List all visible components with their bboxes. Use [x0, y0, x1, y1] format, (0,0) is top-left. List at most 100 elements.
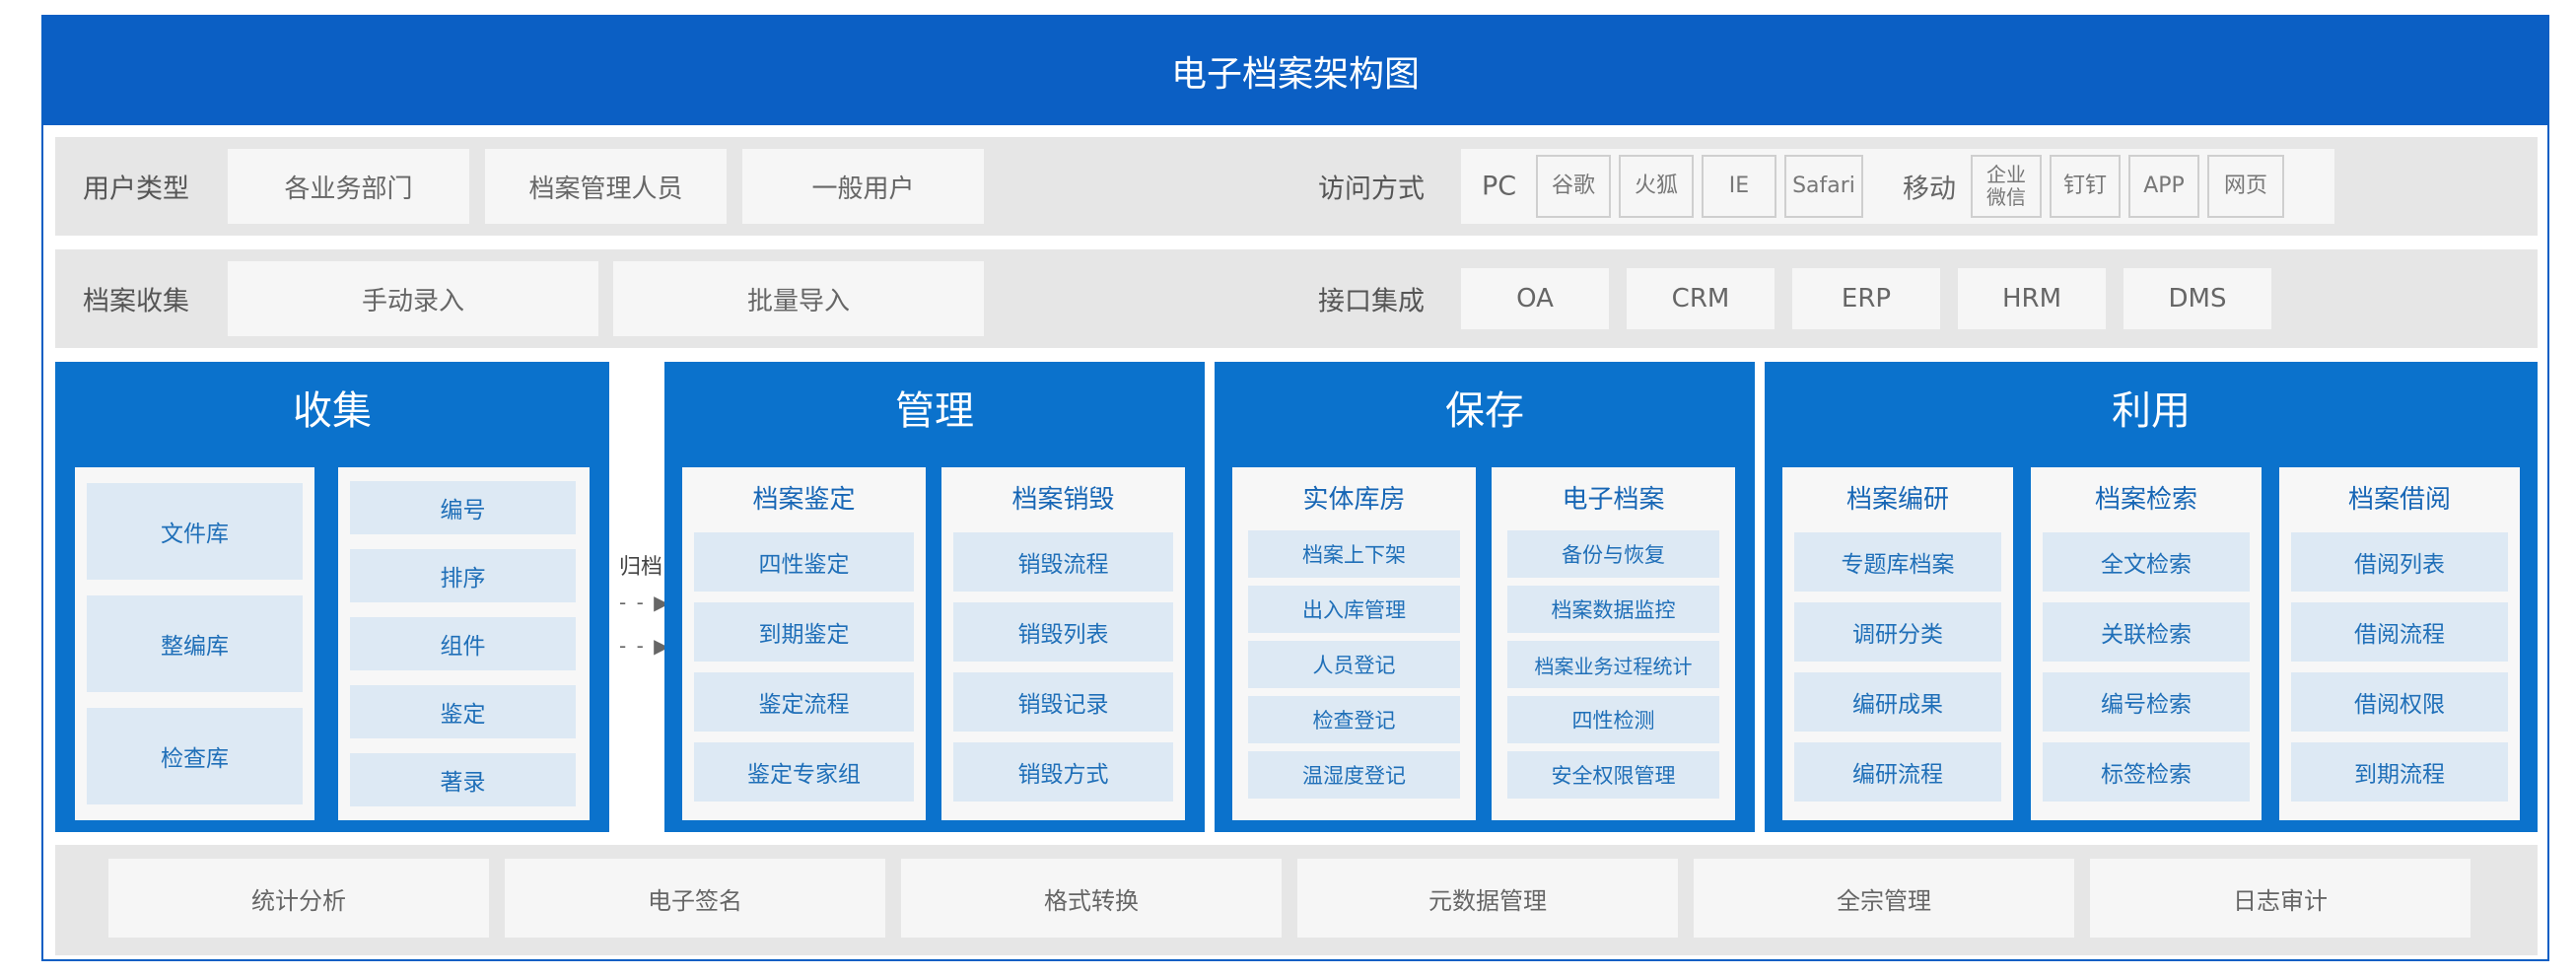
- foundation-services-row: 统计分析 电子签名 格式转换 元数据管理 全宗管理 日志审计: [55, 845, 2538, 955]
- collection-item: 批量导入: [613, 261, 984, 336]
- archive-arrow: - - ▶: [619, 634, 671, 658]
- user-type-item: 档案管理人员: [485, 149, 727, 224]
- panel-title: 实体库房: [1302, 485, 1406, 515]
- archive-collection-row: 档案收集 手动录入 批量导入 接口集成 OA CRM ERP HRM DMS: [55, 249, 2538, 348]
- service-item: 元数据管理: [1297, 859, 1678, 938]
- panel-item: 编研成果: [1794, 672, 2001, 732]
- collect-library-panel: 文件库 整编库 检查库: [75, 467, 314, 820]
- panel-item: 销毁列表: [953, 602, 1173, 662]
- panel-item: 标签检索: [2043, 742, 2250, 802]
- mobile-item: 网页: [2207, 155, 2284, 218]
- collect-library-item: 检查库: [87, 708, 303, 804]
- interface-item: OA: [1461, 268, 1609, 329]
- interface-item: DMS: [2123, 268, 2271, 329]
- panel-item: 档案上下架: [1248, 530, 1460, 578]
- mobile-item: 企业 微信: [1971, 155, 2042, 218]
- panel-item: 销毁方式: [953, 742, 1173, 802]
- collect-process-panel: 编号 排序 组件 鉴定 著录: [338, 467, 590, 820]
- service-item: 格式转换: [901, 859, 1282, 938]
- section-collect: 收集 文件库 整编库 检查库 编号 排序 组件 鉴定 著录: [55, 362, 609, 832]
- preserve-panel: 电子档案 备份与恢复 档案数据监控 档案业务过程统计 四性检测 安全权限管理: [1492, 467, 1735, 820]
- interface-integration-label: 接口集成: [1318, 286, 1425, 317]
- pc-label: PC: [1482, 171, 1517, 202]
- pc-group: [1461, 149, 1934, 224]
- section-title: 利用: [2112, 388, 2191, 434]
- manage-panel: 档案鉴定 四性鉴定 到期鉴定 鉴定流程 鉴定专家组: [682, 467, 926, 820]
- mobile-label: 移动: [1903, 174, 1956, 205]
- architecture-frame: 电子档案架构图 用户类型 各业务部门 档案管理人员 一般用户 访问方式 PC 谷…: [41, 15, 2549, 961]
- panel-item: 借阅流程: [2291, 602, 2508, 662]
- service-item: 全宗管理: [1694, 859, 2074, 938]
- use-panel: 档案编研 专题库档案 调研分类 编研成果 编研流程: [1782, 467, 2013, 820]
- service-item: 电子签名: [505, 859, 885, 938]
- panel-item: 关联检索: [2043, 602, 2250, 662]
- section-manage: 管理 档案鉴定 四性鉴定 到期鉴定 鉴定流程 鉴定专家组 档案销毁 销毁流程 销…: [664, 362, 1205, 832]
- panel-item: 备份与恢复: [1507, 530, 1719, 578]
- access-method-label: 访问方式: [1318, 174, 1425, 205]
- panel-title: 电子档案: [1562, 485, 1665, 515]
- user-type-row: 用户类型 各业务部门 档案管理人员 一般用户 访问方式 PC 谷歌 火狐 IE …: [55, 137, 2538, 236]
- pc-item: 火狐: [1619, 155, 1694, 218]
- diagram-title: 电子档案架构图: [43, 17, 2547, 125]
- panel-item: 到期鉴定: [694, 602, 914, 662]
- panel-title: 档案销毁: [1011, 485, 1115, 515]
- collection-item: 手动录入: [228, 261, 598, 336]
- archive-label: 归档: [619, 555, 663, 580]
- use-panel: 档案借阅 借阅列表 借阅流程 借阅权限 到期流程: [2279, 467, 2520, 820]
- panel-item: 全文检索: [2043, 532, 2250, 592]
- panel-item: 人员登记: [1248, 641, 1460, 688]
- pc-item: 谷歌: [1536, 155, 1611, 218]
- service-item: 统计分析: [108, 859, 489, 938]
- panel-item: 编号检索: [2043, 672, 2250, 732]
- section-preserve: 保存 实体库房 档案上下架 出入库管理 人员登记 检查登记 温湿度登记 电子档案…: [1215, 362, 1755, 832]
- collect-process-item: 编号: [350, 481, 576, 534]
- use-panel: 档案检索 全文检索 关联检索 编号检索 标签检索: [2031, 467, 2262, 820]
- panel-title: 档案鉴定: [752, 485, 856, 515]
- panel-item: 编研流程: [1794, 742, 2001, 802]
- mobile-item: APP: [2128, 155, 2199, 218]
- panel-item: 销毁流程: [953, 532, 1173, 592]
- section-title: 收集: [293, 388, 372, 434]
- pc-item: Safari: [1784, 155, 1863, 218]
- panel-item: 借阅列表: [2291, 532, 2508, 592]
- collect-library-item: 文件库: [87, 483, 303, 580]
- panel-item: 销毁记录: [953, 672, 1173, 732]
- manage-panel: 档案销毁 销毁流程 销毁列表 销毁记录 销毁方式: [941, 467, 1185, 820]
- user-type-item: 各业务部门: [228, 149, 469, 224]
- panel-item: 借阅权限: [2291, 672, 2508, 732]
- interface-item: ERP: [1792, 268, 1940, 329]
- panel-title: 档案检索: [2094, 485, 2197, 515]
- panel-item: 四性检测: [1507, 696, 1719, 743]
- panel-item: 鉴定专家组: [694, 742, 914, 802]
- mobile-item: 钉钉: [2050, 155, 2121, 218]
- interface-item: HRM: [1958, 268, 2106, 329]
- panel-item: 档案数据监控: [1507, 586, 1719, 633]
- panel-title: 档案编研: [1845, 485, 1949, 515]
- collect-process-item: 组件: [350, 617, 576, 670]
- archive-collection-label: 档案收集: [83, 286, 189, 317]
- panel-item: 档案业务过程统计: [1507, 641, 1719, 688]
- collect-process-item: 鉴定: [350, 685, 576, 738]
- service-item: 日志审计: [2090, 859, 2471, 938]
- section-title: 保存: [1445, 388, 1524, 434]
- collect-library-item: 整编库: [87, 595, 303, 692]
- section-use: 利用 档案编研 专题库档案 调研分类 编研成果 编研流程 档案检索 全文检索 关…: [1765, 362, 2538, 832]
- panel-item: 检查登记: [1248, 696, 1460, 743]
- panel-item: 四性鉴定: [694, 532, 914, 592]
- preserve-panel: 实体库房 档案上下架 出入库管理 人员登记 检查登记 温湿度登记: [1232, 467, 1476, 820]
- user-type-item: 一般用户: [742, 149, 984, 224]
- panel-item: 到期流程: [2291, 742, 2508, 802]
- archive-arrow: - - ▶: [619, 591, 671, 614]
- panel-item: 温湿度登记: [1248, 751, 1460, 799]
- panel-item: 出入库管理: [1248, 586, 1460, 633]
- panel-title: 档案借阅: [2347, 485, 2451, 515]
- collect-process-item: 著录: [350, 753, 576, 806]
- panel-item: 鉴定流程: [694, 672, 914, 732]
- section-title: 管理: [895, 388, 974, 434]
- panel-item: 安全权限管理: [1507, 751, 1719, 799]
- panel-item: 调研分类: [1794, 602, 2001, 662]
- pc-item: IE: [1702, 155, 1776, 218]
- interface-item: CRM: [1627, 268, 1775, 329]
- panel-item: 专题库档案: [1794, 532, 2001, 592]
- user-type-label: 用户类型: [83, 174, 189, 205]
